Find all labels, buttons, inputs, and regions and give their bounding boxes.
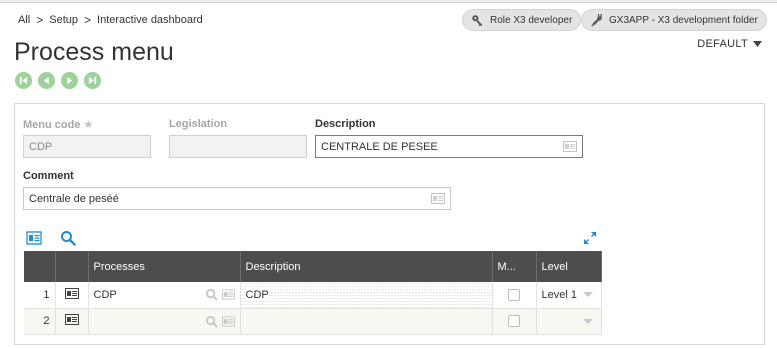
row-detail-cell[interactable] [55, 308, 89, 335]
level-cell[interactable] [536, 308, 602, 335]
card-view-icon[interactable] [26, 230, 42, 246]
process-cell[interactable] [88, 308, 241, 335]
first-icon [19, 76, 28, 85]
translation-icon[interactable] [563, 141, 577, 152]
record-navigation [15, 72, 101, 89]
comment-field[interactable]: Centrale de peséé [23, 187, 451, 210]
folder-button[interactable]: GX3APP - X3 development folder [581, 9, 767, 31]
folder-label: GX3APP - X3 development folder [609, 14, 758, 26]
m-checkbox[interactable] [508, 315, 520, 327]
selection-icon[interactable] [221, 315, 235, 328]
chevron-down-icon[interactable] [582, 292, 593, 297]
breadcrumb: All > Setup > Interactive dashboard [18, 13, 203, 27]
description-value: CENTRALE DE PESEE [321, 140, 438, 153]
table-row[interactable]: 1 CDP CDP Level 1 [24, 282, 602, 309]
m-cell[interactable] [492, 308, 537, 335]
view-selector-label: DEFAULT [697, 38, 748, 50]
lookup-icon[interactable] [205, 288, 218, 302]
breadcrumb-interactive-dashboard[interactable]: Interactive dashboard [97, 14, 203, 26]
chevron-down-icon [753, 41, 762, 47]
level-cell[interactable]: Level 1 [536, 282, 602, 309]
level-value: Level 1 [541, 288, 577, 301]
previous-icon [43, 76, 49, 85]
chevron-down-icon[interactable] [582, 318, 593, 324]
breadcrumb-separator-icon: > [84, 13, 92, 27]
menu-code-label: Menu code ★ [23, 119, 94, 131]
process-cell[interactable]: CDP [88, 282, 241, 309]
row-action-header [55, 251, 89, 282]
breadcrumb-all[interactable]: All [18, 14, 30, 26]
view-selector[interactable]: DEFAULT [697, 38, 762, 50]
legislation-field[interactable] [169, 135, 307, 158]
description-cell[interactable] [240, 308, 493, 335]
breadcrumb-setup[interactable]: Setup [49, 14, 78, 26]
menu-code-field[interactable]: CDP [23, 135, 151, 158]
m-checkbox[interactable] [508, 288, 520, 301]
last-icon [88, 76, 97, 85]
row-detail-cell[interactable] [55, 282, 89, 309]
row-number: 2 [24, 308, 56, 335]
previous-record-button[interactable] [38, 72, 55, 89]
row-detail-icon[interactable] [64, 287, 79, 299]
description-label: Description [315, 118, 376, 130]
grid-header-row: Processes Description M... Level [24, 251, 602, 282]
m-cell[interactable] [492, 282, 537, 309]
legislation-label: Legislation [169, 118, 228, 130]
role-label: Role X3 developer [490, 14, 573, 26]
plug-icon [591, 13, 602, 27]
column-header-processes[interactable]: Processes [88, 251, 241, 282]
lookup-icon[interactable] [205, 315, 218, 328]
row-number-header [24, 251, 56, 282]
column-header-description[interactable]: Description [240, 251, 493, 282]
description-cell-value: CDP [245, 288, 269, 301]
next-icon [67, 76, 73, 85]
search-icon[interactable] [60, 230, 76, 246]
row-number: 1 [24, 282, 56, 309]
first-record-button[interactable] [15, 72, 32, 89]
comment-value: Centrale de peséé [29, 192, 119, 205]
grid-toolbar [26, 230, 76, 246]
role-button[interactable]: Role X3 developer [462, 9, 582, 31]
breadcrumb-separator-icon: > [36, 13, 44, 27]
mandatory-star-icon: ★ [83, 119, 94, 131]
page-title: Process menu [14, 38, 174, 66]
process-grid: Processes Description M... Level 1 CDP C… [24, 251, 602, 335]
translation-icon[interactable] [431, 193, 445, 204]
expand-icon[interactable] [583, 231, 597, 245]
column-header-level[interactable]: Level [536, 251, 602, 282]
last-record-button[interactable] [84, 72, 101, 89]
comment-label: Comment [23, 170, 74, 182]
table-row[interactable]: 2 [24, 308, 602, 335]
key-icon [472, 15, 483, 27]
top-border [0, 0, 777, 3]
selection-icon[interactable] [221, 288, 235, 301]
process-value: CDP [93, 288, 117, 301]
description-cell[interactable]: CDP [240, 282, 493, 309]
description-field[interactable]: CENTRALE DE PESEE [315, 135, 583, 158]
menu-code-value: CDP [29, 140, 53, 153]
next-record-button[interactable] [61, 72, 78, 89]
row-detail-icon[interactable] [64, 314, 79, 325]
column-header-m[interactable]: M... [492, 251, 537, 282]
